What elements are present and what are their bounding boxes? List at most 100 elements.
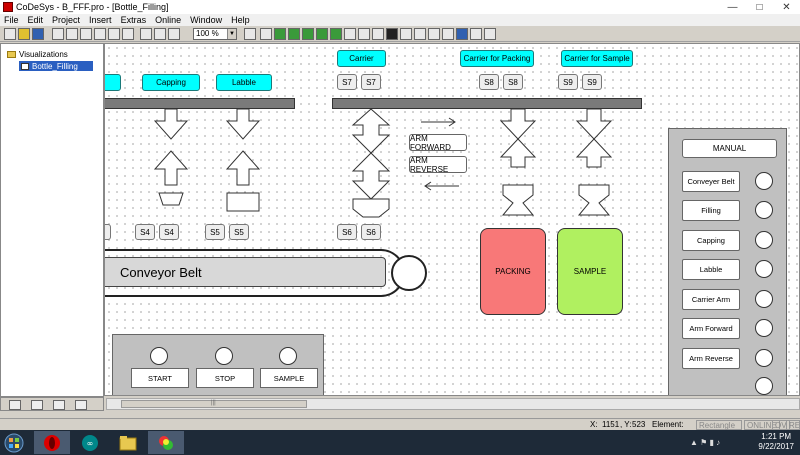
tree-node-visualizations[interactable]: Visualizations [7, 50, 68, 59]
histogram-tool-icon[interactable] [484, 28, 496, 40]
logout-icon[interactable] [66, 28, 78, 40]
close-icon[interactable]: ✕ [773, 0, 800, 14]
manual-filling[interactable]: Filling [682, 200, 740, 221]
run-icon[interactable] [80, 28, 92, 40]
capping-button[interactable]: Capping [142, 74, 200, 91]
open-folder-icon[interactable] [18, 28, 30, 40]
polyline-tool-icon[interactable] [316, 28, 328, 40]
svg-text:∞: ∞ [87, 439, 94, 448]
taskbar-codesys-icon[interactable] [148, 431, 184, 454]
conveyor-belt[interactable]: Conveyor Belt [105, 257, 386, 287]
polygon-tool-icon[interactable] [302, 28, 314, 40]
lamp-indicator [755, 290, 773, 308]
windows-start-icon[interactable] [4, 433, 24, 453]
sensor-s9: S9 [582, 74, 602, 90]
menu-insert[interactable]: Insert [89, 15, 112, 25]
organizer-tabs [0, 397, 104, 411]
tree-node-bottle-filling[interactable]: Bottle_Filling [19, 61, 93, 71]
menu-file[interactable]: File [4, 15, 19, 25]
bitmap-tool-icon[interactable] [358, 28, 370, 40]
zoom-select[interactable]: 100 % ▼ [193, 28, 237, 40]
stop-button[interactable]: STOP [196, 368, 254, 388]
copy-icon[interactable] [154, 28, 166, 40]
manual-arm-forward[interactable]: Arm Forward [682, 318, 740, 339]
alarm-table-icon[interactable] [428, 28, 440, 40]
lamp-indicator [755, 260, 773, 278]
arm-reverse-label: ARM REVERSE [410, 155, 449, 174]
menu-project[interactable]: Project [52, 15, 80, 25]
lamp-indicator [755, 349, 773, 367]
clock[interactable]: 1:21 PM 9/22/2017 [758, 432, 794, 452]
title-bar: CoDeSys - B_FFF.pro - [Bottle_Filling] —… [0, 0, 800, 14]
carrier-for-packing-button[interactable]: Carrier for Packing [460, 50, 534, 67]
taskbar-explorer-icon[interactable] [110, 431, 146, 454]
manual-button[interactable]: MANUAL [682, 139, 777, 158]
trend-tool-icon[interactable] [414, 28, 426, 40]
menu-window[interactable]: Window [190, 15, 222, 25]
bar-display-icon[interactable] [470, 28, 482, 40]
select-arrow-icon[interactable] [244, 28, 256, 40]
rounded-rect-tool-icon[interactable] [274, 28, 286, 40]
lamp-indicator [755, 201, 773, 219]
filling-rail [105, 98, 295, 109]
paste-icon[interactable] [168, 28, 180, 40]
curve-tool-icon[interactable] [330, 28, 342, 40]
labble-actuator [225, 109, 261, 212]
filling-button[interactable] [105, 74, 121, 91]
menu-extras[interactable]: Extras [121, 15, 147, 25]
tab-datatypes-icon[interactable] [31, 400, 43, 410]
manual-capping[interactable]: Capping [682, 230, 740, 251]
ellipse-tool-icon[interactable] [288, 28, 300, 40]
table-tool-icon[interactable] [400, 28, 412, 40]
carrier-for-sample-button[interactable]: Carrier for Sample [561, 50, 633, 67]
button-tool-icon[interactable] [386, 28, 398, 40]
minimize-icon[interactable]: — [719, 0, 746, 14]
start-button[interactable]: START [131, 368, 189, 388]
cut-icon[interactable] [140, 28, 152, 40]
arm-forward-button[interactable]: ARM FORWARD [409, 134, 467, 152]
manual-arm-reverse[interactable]: Arm Reverse [682, 348, 740, 369]
sensor-s8: S8 [503, 74, 523, 90]
packing-label: PACKING [495, 267, 531, 276]
new-file-icon[interactable] [4, 28, 16, 40]
sensor-s4: S4 [135, 224, 155, 240]
text-tool-icon[interactable] [442, 28, 454, 40]
menu-help[interactable]: Help [231, 15, 250, 25]
save-icon[interactable] [32, 28, 44, 40]
step-in-icon[interactable] [108, 28, 120, 40]
taskbar-arduino-icon[interactable]: ∞ [72, 431, 108, 454]
tab-visualizations-icon[interactable] [53, 400, 65, 410]
status-x-label: X: [590, 420, 598, 429]
step-over-icon[interactable] [122, 28, 134, 40]
maximize-icon[interactable]: □ [746, 0, 773, 14]
visualization-canvas[interactable]: Capping Labble Carrier Carrier for Packi… [104, 43, 800, 396]
system-tray-icons[interactable]: ▲ ⚑ ▮ ♪ [690, 438, 720, 447]
lamp-indicator [755, 231, 773, 249]
labble-button[interactable]: Labble [216, 74, 272, 91]
object-organizer: Visualizations Bottle_Filling [0, 43, 104, 397]
manual-carrier-arm[interactable]: Carrier Arm [682, 289, 740, 310]
stop-icon[interactable] [94, 28, 106, 40]
pie-tool-icon[interactable] [344, 28, 356, 40]
arm-reverse-button[interactable]: ARM REVERSE [409, 155, 467, 174]
menu-online[interactable]: Online [155, 15, 181, 25]
rectangle-tool-icon[interactable] [260, 28, 272, 40]
status-y-label: , Y: [620, 420, 632, 429]
manual-conveyer-belt[interactable]: Conveyer Belt [682, 171, 740, 192]
codesys-app-icon [3, 2, 13, 12]
login-icon[interactable] [52, 28, 64, 40]
visualization-tool-icon[interactable] [372, 28, 384, 40]
tab-pous-icon[interactable] [9, 400, 21, 410]
carrier-arm [351, 109, 391, 218]
sample-button[interactable]: SAMPLE [260, 368, 318, 388]
tab-resources-icon[interactable] [75, 400, 87, 410]
sample-station: SAMPLE [557, 228, 623, 315]
horizontal-scrollbar[interactable]: ||| [106, 398, 800, 410]
meter-tool-icon[interactable] [456, 28, 468, 40]
manual-labble[interactable]: Labble [682, 259, 740, 280]
taskbar-opera-icon[interactable] [34, 431, 70, 454]
menu-edit[interactable]: Edit [28, 15, 44, 25]
status-bar: X: 1151 , Y: 523 Element: Rectangle ONLI… [0, 418, 800, 430]
control-panel: START STOP SAMPLE [112, 334, 324, 395]
carrier-button[interactable]: Carrier [337, 50, 386, 67]
